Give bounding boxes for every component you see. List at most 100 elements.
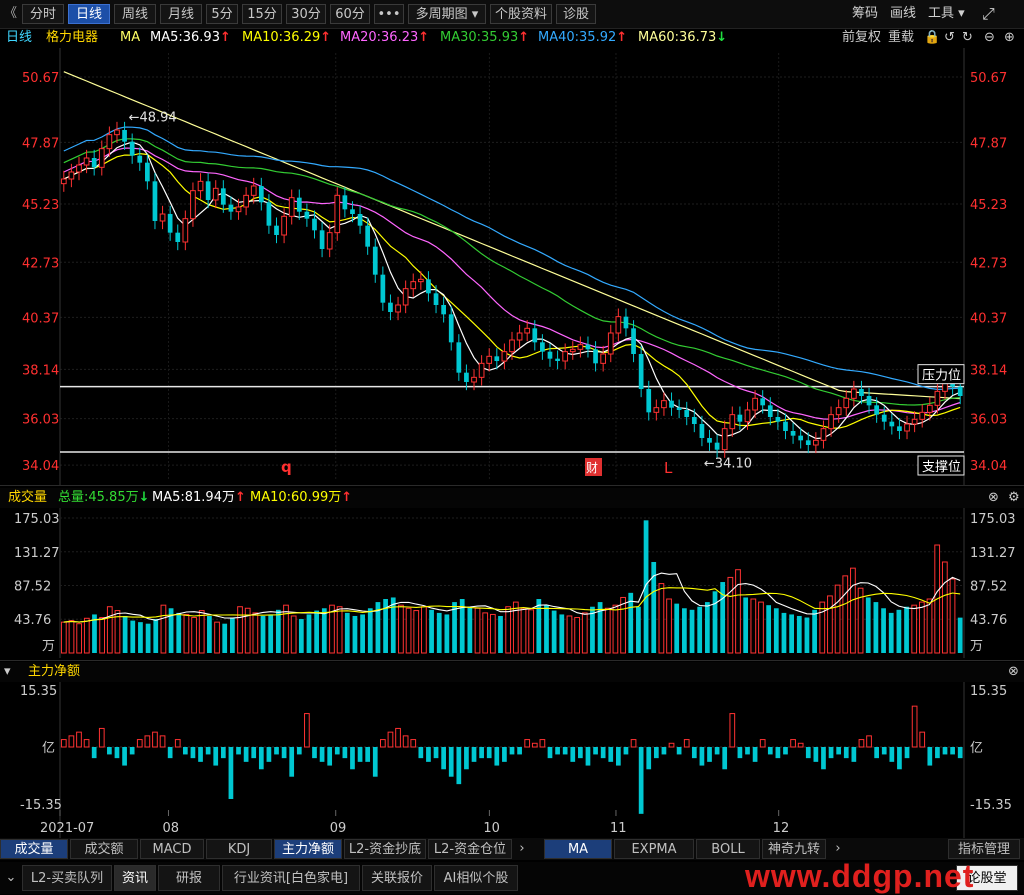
netflow-bar — [464, 747, 469, 770]
q-marker[interactable]: q — [281, 458, 292, 476]
volume-bar — [290, 615, 297, 654]
chevron-right-icon[interactable]: › — [512, 839, 532, 859]
flow-tick-right: 15.35 — [970, 684, 1007, 699]
y-tick-right: 34.04 — [970, 459, 1007, 474]
volume-bar — [520, 607, 527, 654]
stock-name[interactable]: 格力电器 — [46, 28, 98, 48]
candle-body — [129, 141, 135, 156]
candle-body — [402, 288, 409, 306]
footer-tab-1[interactable]: 资讯 — [114, 865, 156, 891]
period-button-8[interactable]: ••• — [374, 4, 404, 24]
ma-tab-0[interactable]: MA — [544, 839, 612, 859]
expand-icon[interactable]: ⤢ — [982, 4, 995, 24]
indicator-manage-button[interactable]: 指标管理 — [948, 839, 1020, 859]
period-button-10[interactable]: 个股资料 — [490, 4, 552, 24]
candle-body — [197, 180, 204, 192]
back-icon[interactable]: 《 — [4, 4, 17, 24]
redo-icon[interactable]: ↻ — [962, 28, 973, 48]
collapse-icon[interactable]: ▾ — [4, 662, 11, 682]
netflow-bar — [911, 705, 918, 748]
netflow-chart[interactable]: 15.35 15.35 -15.35 -15.35 亿 亿 2021-07 08 09 10 11 1… — [0, 682, 1024, 838]
vol-tick-right: 175.03 — [970, 512, 1016, 527]
ma-tab-2[interactable]: BOLL — [696, 839, 760, 859]
ma-tab-3[interactable]: 神奇九转 — [762, 839, 826, 859]
indicator-tab-2[interactable]: MACD — [140, 839, 204, 859]
volume-bar — [941, 561, 948, 654]
undo-icon[interactable]: ↺ — [944, 28, 955, 48]
period-button-0[interactable]: 分时 — [22, 4, 64, 24]
netflow-bar — [539, 739, 546, 748]
zoom-out-icon[interactable]: ⊖ — [984, 28, 995, 48]
ma-indicator-label[interactable]: MA — [120, 28, 140, 48]
netflow-bar — [661, 747, 667, 755]
l-marker[interactable]: L — [664, 459, 673, 477]
netflow-bar — [790, 739, 796, 748]
netflow-bar — [585, 747, 591, 766]
netflow-bar — [646, 747, 652, 770]
period-button-4[interactable]: 5分 — [206, 4, 238, 24]
volume-total: 总量:45.85万↓ — [58, 490, 150, 505]
close-pane-icon[interactable]: ⊗ — [1008, 662, 1019, 682]
footer-tab-0[interactable]: L2-买卖队列 — [22, 865, 112, 891]
netflow-bar — [821, 747, 826, 770]
netflow-bar — [691, 747, 697, 759]
ma-tab-1[interactable]: EXPMA — [614, 839, 694, 859]
period-button-7[interactable]: 60分 — [330, 4, 370, 24]
candle-body — [365, 225, 371, 247]
period-button-2[interactable]: 周线 — [114, 4, 156, 24]
netflow-bar — [433, 747, 439, 759]
candle-body — [547, 351, 553, 359]
period-button-1[interactable]: 日线 — [68, 4, 110, 24]
reload-button[interactable]: 重载 — [888, 28, 914, 48]
resistance-label: 压力位 — [922, 369, 961, 384]
candle-body — [577, 344, 584, 350]
forward-adjust-button[interactable]: 前复权 — [842, 28, 881, 48]
period-button-11[interactable]: 诊股 — [556, 4, 596, 24]
volume-bar — [138, 622, 143, 653]
toolbar-right-1[interactable]: 画线 — [890, 4, 916, 24]
candle-body — [646, 389, 652, 413]
indicator-tab-5[interactable]: L2-资金抄底 — [344, 839, 426, 859]
close-pane-icon[interactable]: ⊗ — [988, 488, 999, 508]
chevron-double-down-icon[interactable]: ⌄ — [0, 865, 22, 891]
netflow-bar — [668, 742, 675, 748]
price-chart[interactable]: 50.67 50.67 47.87 47.87 45.23 45.23 42.73 42.73… — [0, 48, 1024, 485]
netflow-bar — [630, 739, 637, 748]
candle-body — [395, 304, 401, 313]
footer-tab-4[interactable]: 关联报价 — [362, 865, 432, 891]
chevron-right-icon[interactable]: › — [828, 839, 848, 859]
netflow-bar — [198, 747, 203, 762]
candle-body — [83, 157, 90, 166]
y-tick-left: 47.87 — [22, 136, 59, 151]
candle-body — [540, 342, 545, 352]
indicator-tab-4[interactable]: 主力净额 — [274, 839, 342, 859]
footer-tab-2[interactable]: 研报 — [158, 865, 220, 891]
period-button-3[interactable]: 月线 — [160, 4, 202, 24]
indicator-tab-3[interactable]: KDJ — [206, 839, 272, 859]
flow-tick-left: 15.35 — [20, 684, 57, 699]
candle-body — [813, 439, 819, 446]
zoom-in-icon[interactable]: ⊕ — [1004, 28, 1015, 48]
legend-ma40: MA40:35.92↑ — [538, 30, 628, 45]
vol-unit-left: 万 — [42, 639, 55, 654]
indicator-tab-1[interactable]: 成交额 — [70, 839, 138, 859]
indicator-tab-0[interactable]: 成交量 — [0, 839, 68, 859]
period-button-5[interactable]: 15分 — [242, 4, 282, 24]
period-button-6[interactable]: 30分 — [286, 4, 326, 24]
candle-body — [744, 409, 751, 423]
lock-icon[interactable]: 🔒 — [924, 28, 940, 48]
footer-tab-3[interactable]: 行业资讯[白色家电] — [222, 865, 360, 891]
netflow-bar — [350, 747, 355, 770]
candle-body — [737, 414, 743, 422]
volume-bar — [681, 608, 687, 653]
toolbar-right-0[interactable]: 筹码 — [852, 4, 878, 24]
volume-bar — [145, 623, 151, 653]
toolbar-right-2[interactable]: 工具 ▾ — [928, 4, 965, 24]
candle-body — [122, 130, 127, 142]
footer-tab-5[interactable]: AI相似个股 — [434, 865, 518, 891]
period-button-9[interactable]: 多周期图 ▾ — [408, 4, 486, 24]
volume-chart[interactable]: 175.03 175.03 131.27 131.27 87.52 87.52 43.76 4… — [0, 508, 1024, 658]
netflow-bar — [122, 747, 127, 766]
indicator-tab-6[interactable]: L2-资金仓位 — [428, 839, 512, 859]
gear-icon[interactable]: ⚙ — [1008, 488, 1020, 508]
